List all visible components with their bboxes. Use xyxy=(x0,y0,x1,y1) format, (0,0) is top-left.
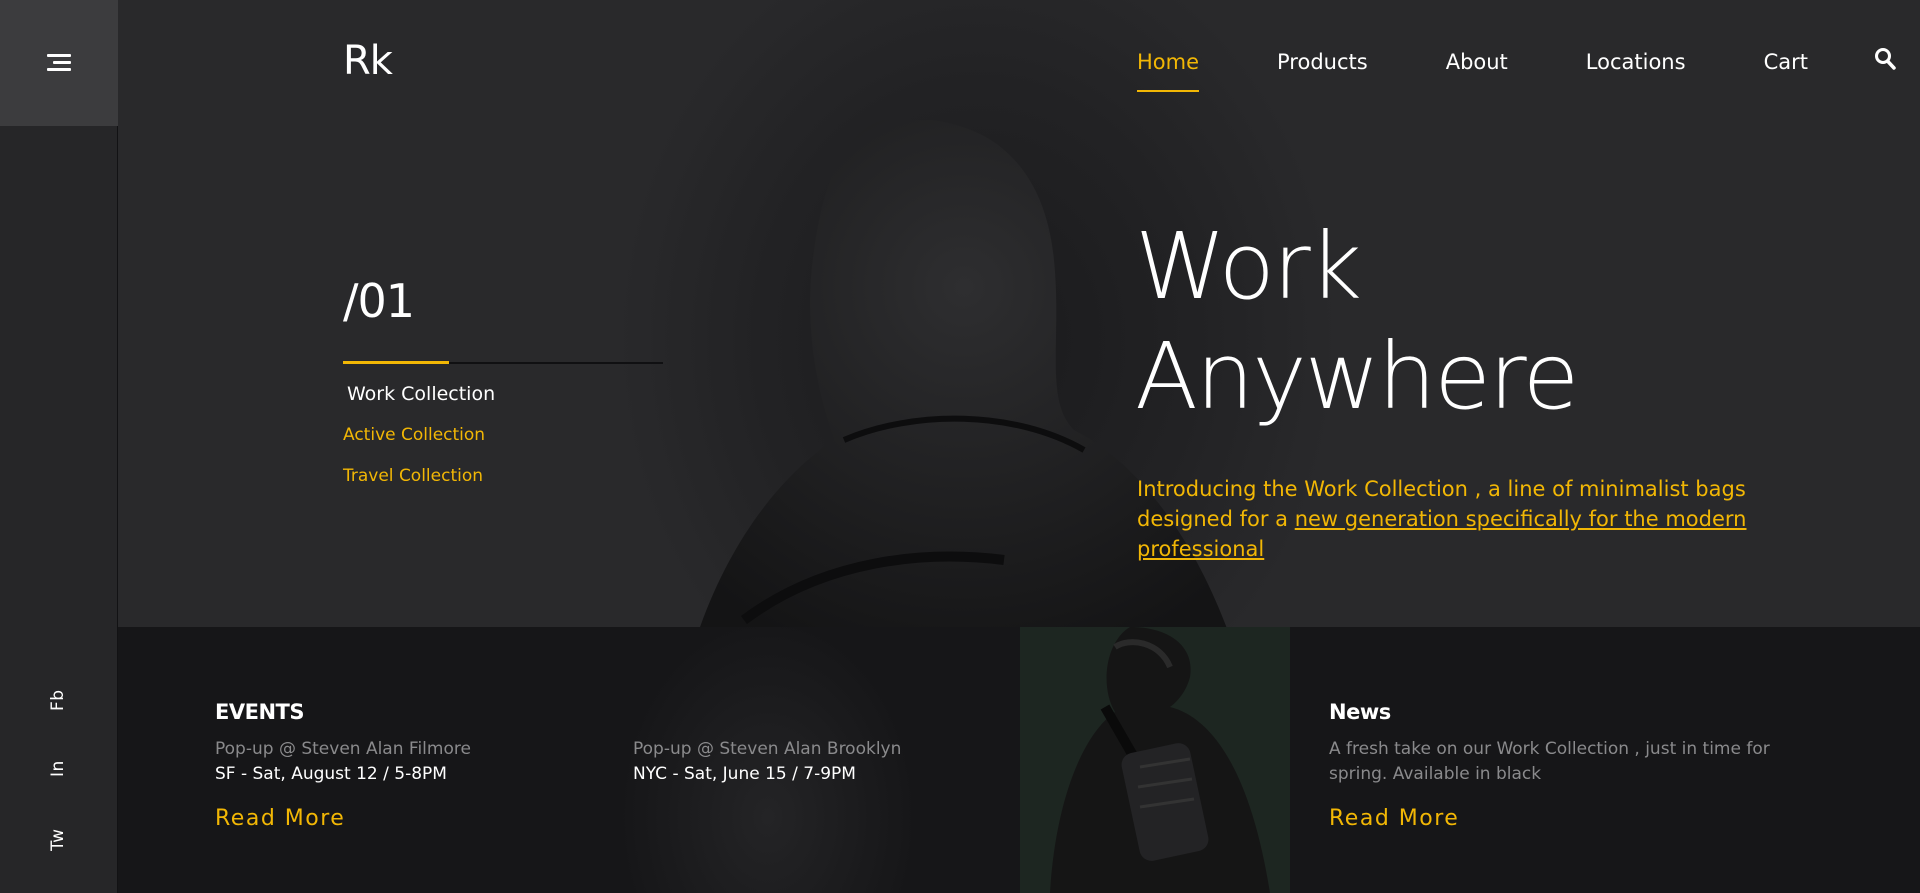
main-nav: Home Products About Locations Cart xyxy=(1137,50,1886,92)
events-read-more-link[interactable]: Read More xyxy=(215,806,345,831)
collection-link-work[interactable]: Work Collection xyxy=(347,383,495,405)
event-item: Pop-up @ Steven Alan Filmore SF - Sat, A… xyxy=(215,737,471,787)
hero-headline-line2: Anywhere xyxy=(1135,323,1579,430)
bottom-strip: EVENTS Pop-up @ Steven Alan Filmore SF -… xyxy=(118,627,1920,893)
news-text: A fresh take on our Work Collection , ju… xyxy=(1329,739,1770,784)
news-title: News xyxy=(1329,700,1391,724)
slide-number: /01 xyxy=(343,274,415,328)
nav-cart[interactable]: Cart xyxy=(1764,50,1808,92)
social-link-facebook[interactable]: Fb xyxy=(48,689,68,711)
nav-locations[interactable]: Locations xyxy=(1586,50,1686,92)
sidebar: Fb In Tw xyxy=(0,0,118,893)
event-time: NYC - Sat, June 15 / 7-9PM xyxy=(633,764,856,784)
menu-button[interactable] xyxy=(0,0,118,126)
collection-link-travel[interactable]: Travel Collection xyxy=(343,466,483,486)
social-link-linkedin[interactable]: In xyxy=(48,760,68,777)
hero-headline: Work Anywhere xyxy=(1135,212,1579,432)
social-link-twitter[interactable]: Tw xyxy=(48,829,68,851)
hero-headline-line1: Work xyxy=(1135,213,1362,320)
event-item: Pop-up @ Steven Alan Brooklyn NYC - Sat,… xyxy=(633,737,901,787)
hamburger-menu-icon xyxy=(47,54,71,72)
slide-progress-fill xyxy=(343,361,449,364)
search-icon[interactable] xyxy=(1874,47,1896,71)
news-product-photo xyxy=(1020,627,1290,893)
hero-intro: Introducing the Work Collection , a line… xyxy=(1137,474,1757,564)
nav-products[interactable]: Products xyxy=(1277,50,1368,92)
event-location: Pop-up @ Steven Alan Filmore xyxy=(215,739,471,759)
hero-section: Rk Home Products About Locations Cart /0… xyxy=(118,0,1920,627)
event-time: SF - Sat, August 12 / 5-8PM xyxy=(215,764,447,784)
nav-home[interactable]: Home xyxy=(1137,50,1200,92)
news-read-more-link[interactable]: Read More xyxy=(1329,806,1459,831)
brand-logo[interactable]: Rk xyxy=(343,38,393,84)
event-location: Pop-up @ Steven Alan Brooklyn xyxy=(633,739,902,759)
nav-about[interactable]: About xyxy=(1446,50,1508,92)
events-title: EVENTS xyxy=(215,700,304,724)
collection-link-active[interactable]: Active Collection xyxy=(343,425,485,445)
